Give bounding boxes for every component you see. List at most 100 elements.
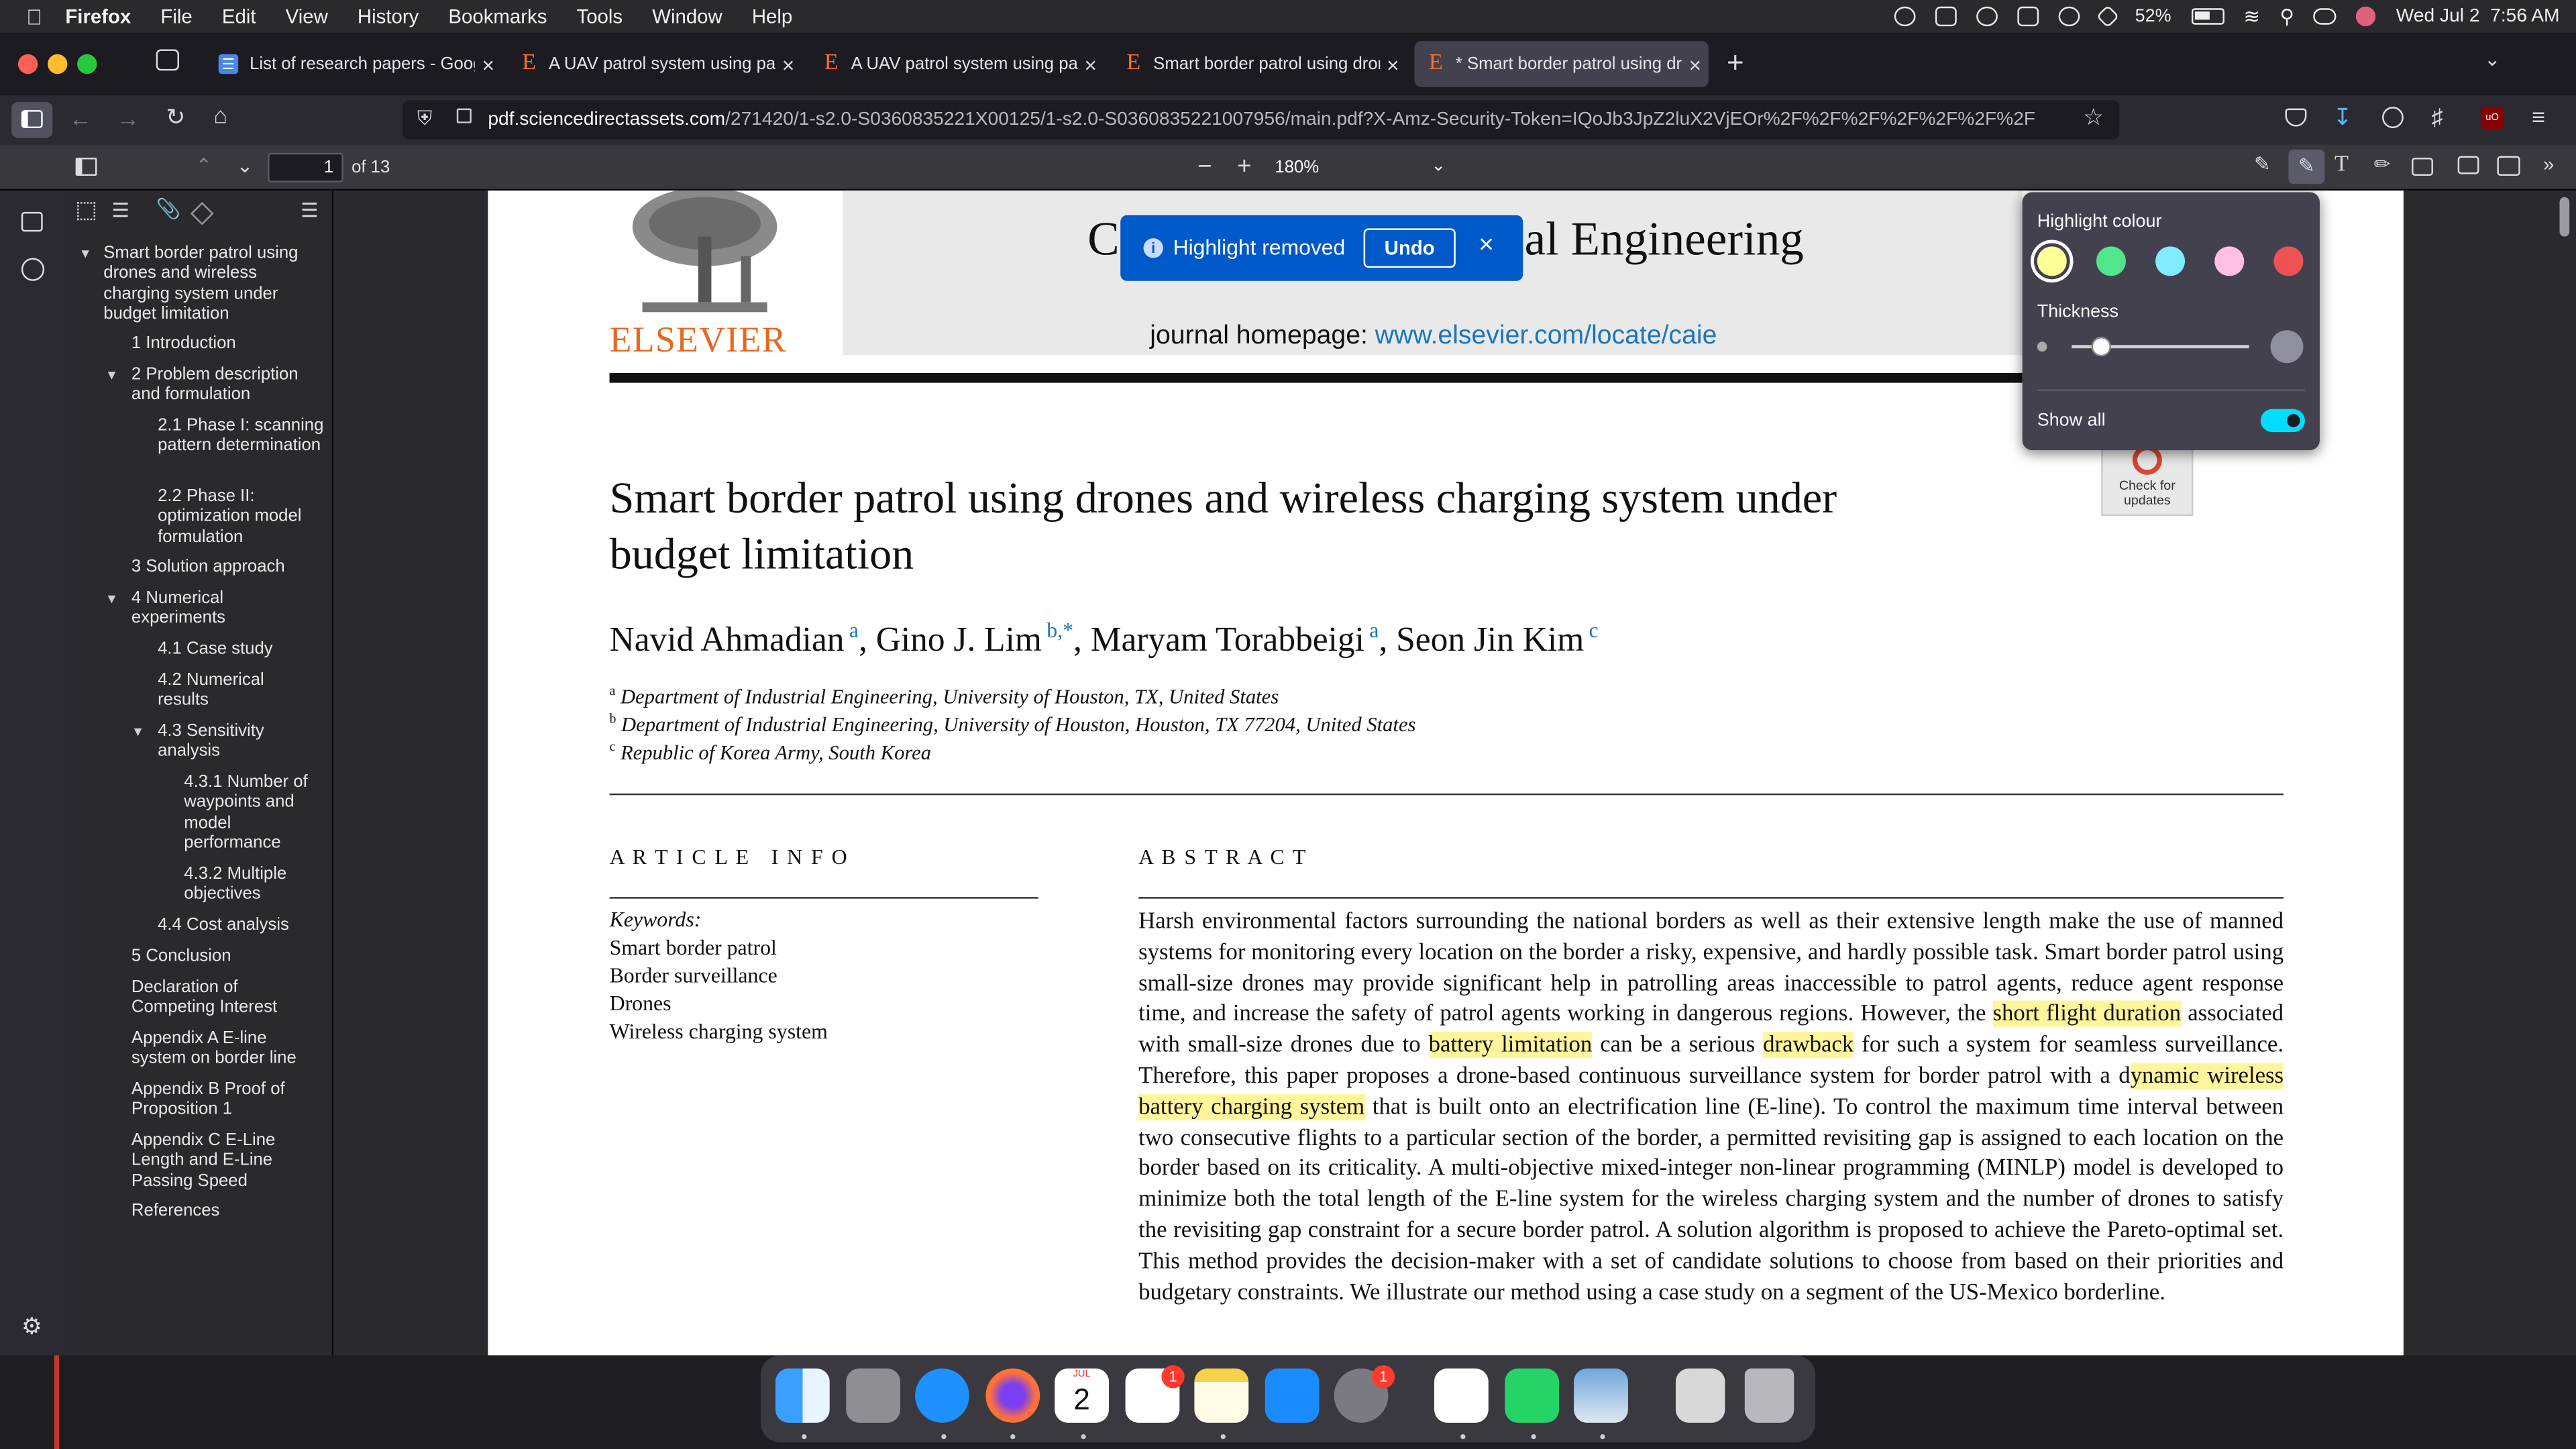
outline-item[interactable]: Appendix C E-Line Length and E-Line Pass…	[131, 1130, 296, 1191]
chatgpt-icon[interactable]	[1434, 1368, 1489, 1423]
reload-icon[interactable]: ↻	[166, 103, 185, 131]
menu-edit[interactable]: Edit	[222, 5, 256, 28]
tab-close-icon[interactable]: ×	[1387, 52, 1399, 76]
author-affiliation-mark[interactable]: a	[1369, 618, 1379, 643]
outline-item[interactable]: References	[131, 1201, 220, 1221]
previous-page-icon[interactable]: ⌃	[195, 154, 212, 177]
pdf-sidebar-toggle-icon[interactable]	[75, 158, 97, 176]
outline-item[interactable]: 5 Conclusion	[131, 947, 231, 967]
calendar-icon[interactable]: JUL 2	[1055, 1368, 1110, 1423]
undo-button[interactable]: Undo	[1363, 228, 1456, 268]
thickness-slider-thumb[interactable]	[2092, 337, 2112, 357]
play-status-icon[interactable]	[1976, 6, 1997, 27]
history-clock-icon[interactable]	[21, 258, 45, 281]
expand-triangle-icon[interactable]: ▼	[79, 246, 92, 261]
trash-icon[interactable]	[1744, 1368, 1794, 1423]
menu-history[interactable]: History	[358, 5, 419, 28]
scrollbar-thumb[interactable]	[2559, 197, 2570, 237]
outline-item[interactable]: 4 Numerical experiments	[131, 588, 279, 629]
spotlight-search-icon[interactable]: ⚲	[2279, 5, 2294, 28]
firefox-icon[interactable]	[985, 1368, 1040, 1423]
thumbnails-view-icon[interactable]	[77, 202, 96, 221]
forward-arrow-icon[interactable]: →	[117, 105, 140, 131]
next-page-icon[interactable]: ⌄	[237, 154, 254, 177]
ublock-origin-icon[interactable]: uO	[2480, 107, 2504, 130]
text-tool-icon[interactable]: T	[2334, 153, 2349, 179]
contrast-status-icon[interactable]	[2057, 6, 2080, 27]
outline-item[interactable]: 4.4 Cost analysis	[158, 915, 289, 935]
notes-icon[interactable]	[1194, 1368, 1249, 1423]
menu-app-name[interactable]: Firefox	[65, 5, 131, 28]
outline-item[interactable]: 2 Problem description and formulation	[131, 365, 325, 405]
firefox-view-icon[interactable]	[156, 49, 179, 71]
zoom-in-icon[interactable]: +	[1237, 153, 1251, 181]
menu-clock[interactable]: Wed Jul 2 7:56 AM	[2396, 7, 2560, 26]
control-center-icon[interactable]	[2314, 8, 2337, 25]
check-for-updates-badge[interactable]: Check for updates	[2101, 440, 2194, 516]
sidebar-settings-gear-icon[interactable]: ⚙	[21, 1313, 42, 1341]
outline-item[interactable]: Declaration of Competing Interest	[131, 977, 312, 1018]
save-download-icon[interactable]	[2497, 156, 2520, 176]
color-swatch-green[interactable]	[2096, 246, 2126, 276]
synced-tabs-icon[interactable]	[21, 211, 43, 232]
current-outline-item-icon[interactable]: ☰	[301, 199, 318, 221]
window-zoom-button[interactable]	[77, 54, 97, 74]
show-all-toggle[interactable]	[2260, 409, 2305, 433]
tab-uav-patrol-1[interactable]: E A UAV patrol system using pano ×	[508, 41, 797, 87]
zoom-select[interactable]: 180% ⌄	[1269, 153, 1456, 182]
user-avatar-icon[interactable]	[2357, 6, 2377, 27]
back-arrow-icon[interactable]: ←	[69, 105, 92, 131]
signature-icon[interactable]: ✎	[2254, 153, 2271, 176]
author-affiliation-mark[interactable]: a	[849, 618, 859, 643]
author-affiliation-mark[interactable]: c	[1589, 618, 1599, 643]
expand-triangle-icon[interactable]: ▼	[105, 368, 118, 383]
tab-close-icon[interactable]: ×	[482, 52, 495, 76]
window-minimize-button[interactable]	[48, 54, 68, 74]
finder-icon[interactable]	[775, 1368, 830, 1423]
expand-triangle-icon[interactable]: ▼	[131, 724, 144, 739]
new-tab-plus-icon[interactable]: +	[1727, 46, 1744, 80]
menu-file[interactable]: File	[160, 5, 192, 28]
zoom-out-icon[interactable]: −	[1197, 153, 1212, 181]
highlight-annotation[interactable]: drawback	[1763, 1032, 1854, 1059]
draw-tool-icon[interactable]: ✏	[2374, 153, 2391, 176]
wifi-icon[interactable]: ≋	[2243, 5, 2260, 28]
status-app-icon[interactable]	[1934, 6, 1956, 27]
tab-smart-border-patrol-active[interactable]: E * Smart border patrol using dron ×	[1414, 41, 1709, 87]
tab-close-icon[interactable]: ×	[1084, 52, 1097, 76]
outline-item[interactable]: 1 Introduction	[131, 333, 236, 354]
safari-icon[interactable]	[915, 1368, 969, 1423]
color-swatch-yellow[interactable]	[2037, 246, 2067, 276]
openai-status-icon[interactable]	[1893, 6, 1915, 27]
tab-uav-patrol-2[interactable]: E A UAV patrol system using pano ×	[810, 41, 1099, 87]
image-tool-icon[interactable]	[2412, 158, 2433, 176]
attachments-icon[interactable]: 📎	[156, 197, 181, 220]
color-swatch-pink[interactable]	[2214, 246, 2245, 276]
apple-icon[interactable]: 	[26, 4, 42, 29]
downloads-icon[interactable]: ↧	[2333, 103, 2353, 131]
menu-tools[interactable]: Tools	[577, 5, 623, 28]
highlight-tool-icon[interactable]: ✎	[2288, 149, 2325, 184]
outline-item[interactable]: 4.2 Numerical results	[158, 670, 305, 710]
menu-view[interactable]: View	[286, 5, 328, 28]
outline-item[interactable]: Smart border patrol using drones and wir…	[103, 243, 325, 323]
outline-item[interactable]: 3 Solution approach	[131, 557, 285, 577]
print-icon[interactable]	[2457, 156, 2479, 174]
highlight-annotation[interactable]: battery limitation	[1428, 1032, 1593, 1059]
lock-icon[interactable]	[456, 108, 472, 123]
tab-smart-border-patrol[interactable]: E Smart border patrol using drone ×	[1112, 41, 1401, 87]
extensions-icon[interactable]: ♯	[2431, 103, 2443, 129]
outline-item[interactable]: 2.1 Phase I: scanning pattern determinat…	[158, 416, 330, 456]
more-tools-chevrons-icon[interactable]: »	[2543, 153, 2554, 176]
list-all-tabs-chevron-icon[interactable]: ⌄	[2484, 48, 2501, 70]
app-store-icon[interactable]	[1265, 1368, 1320, 1423]
menu-help[interactable]: Help	[752, 5, 792, 28]
menu-bookmarks[interactable]: Bookmarks	[448, 5, 547, 28]
account-icon[interactable]	[2382, 107, 2404, 129]
window-close-button[interactable]	[17, 54, 38, 74]
battery-icon[interactable]	[2191, 8, 2224, 25]
home-icon[interactable]: ⌂	[213, 102, 227, 128]
outline-item[interactable]: 4.1 Case study	[158, 639, 273, 659]
highlight-annotation[interactable]: short flight duration	[1992, 1001, 2182, 1028]
page-number-input[interactable]: 1	[268, 152, 343, 182]
